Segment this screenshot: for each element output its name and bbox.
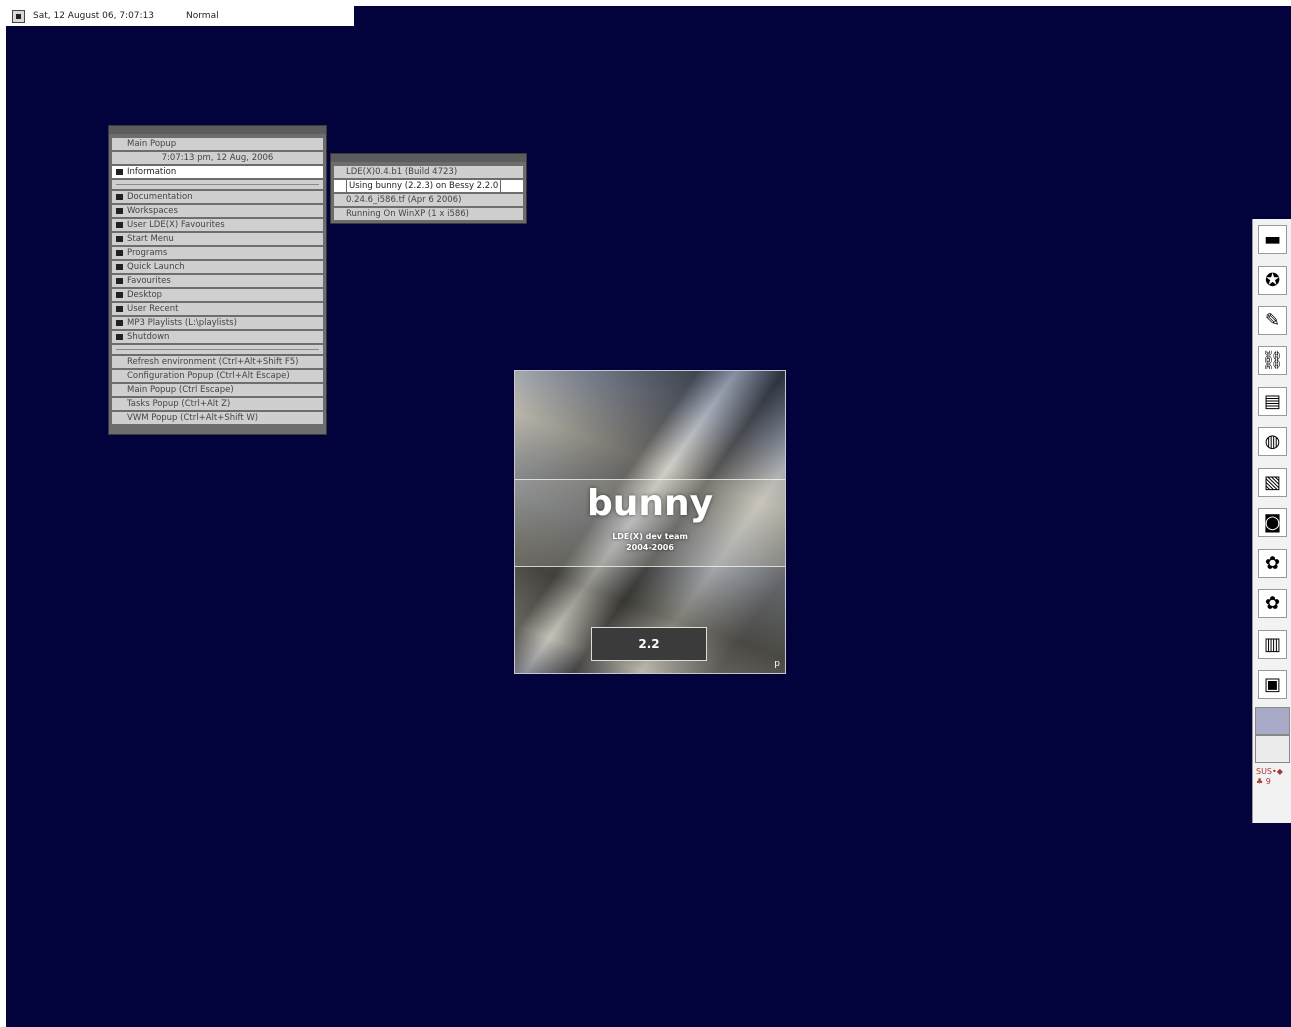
splash-screen: bunny LDE(X) dev team 2004-2006 2.2 p <box>514 370 786 674</box>
folder-icon <box>116 194 123 200</box>
menu-item-main-popup[interactable]: Main Popup (Ctrl Escape) <box>112 384 323 396</box>
submenu-item-version[interactable]: LDE(X)0.4.b1 (Build 4723) <box>334 166 523 178</box>
gimp2-icon[interactable]: ✿ <box>1258 589 1287 618</box>
menu-item-user-recent[interactable]: User Recent <box>112 303 323 315</box>
splash-years: 2004-2006 <box>626 543 674 552</box>
menu-item-workspaces[interactable]: Workspaces <box>112 205 323 217</box>
menu-item-quick-launch[interactable]: Quick Launch <box>112 261 323 273</box>
workspace-pager-1[interactable] <box>1255 707 1290 735</box>
clock-text: Sat, 12 August 06, 7:07:13 <box>33 11 155 21</box>
folder-icon <box>116 306 123 312</box>
drive-icon[interactable]: ▣ <box>1258 670 1287 699</box>
workspace-pager-2[interactable] <box>1255 735 1290 763</box>
monitor-icon[interactable]: ▬ <box>1258 225 1287 254</box>
submenu-item-using[interactable]: Using bunny (2.2.3) on Bessy 2.2.0 <box>334 180 523 192</box>
menu-titlebar <box>109 126 326 134</box>
menu-item-start-menu[interactable]: Start Menu <box>112 233 323 245</box>
splash-title: bunny <box>586 483 714 524</box>
menu-item-vwm-popup[interactable]: VWM Popup (Ctrl+Alt+Shift W) <box>112 412 323 424</box>
menu-item-favourites[interactable]: Favourites <box>112 275 323 287</box>
map-icon[interactable]: ▧ <box>1258 468 1287 497</box>
desktop: Sat, 12 August 06, 7:07:13 Normal Main P… <box>6 6 1291 1027</box>
folder-icon <box>116 208 123 214</box>
folder-icon <box>116 264 123 270</box>
splash-credits: LDE(X) dev team 2004-2006 <box>515 531 785 553</box>
clipboard-icon[interactable]: ▥ <box>1258 630 1287 659</box>
system-tray[interactable]: SUS•◆♣ 9 <box>1256 767 1289 797</box>
information-submenu: LDE(X)0.4.b1 (Build 4723) Using bunny (2… <box>330 153 527 224</box>
menu-item-information[interactable]: Information <box>112 166 323 178</box>
menu-item-user-favourites[interactable]: User LDE(X) Favourites <box>112 219 323 231</box>
menu-button[interactable] <box>12 9 25 23</box>
link-icon[interactable]: ⛓ <box>1258 346 1287 375</box>
menu-item-shutdown[interactable]: Shutdown <box>112 331 323 343</box>
menu-item-programs[interactable]: Programs <box>112 247 323 259</box>
menu-item-refresh[interactable]: Refresh environment (Ctrl+Alt+Shift F5) <box>112 356 323 368</box>
globe-icon[interactable]: ◍ <box>1258 427 1287 456</box>
menu-item-desktop[interactable]: Desktop <box>112 289 323 301</box>
splash-corner-mark: p <box>774 659 780 669</box>
folder-icon <box>116 334 123 340</box>
submenu-item-build[interactable]: 0.24.6_i586.tf (Apr 6 2006) <box>334 194 523 206</box>
menu-timestamp: 7:07:13 pm, 12 Aug, 2006 <box>112 152 323 164</box>
menu-separator <box>112 180 323 189</box>
splash-team: LDE(X) dev team <box>612 532 688 541</box>
submenu-item-platform[interactable]: Running On WinXP (1 x i586) <box>334 208 523 220</box>
menu-item-config-popup[interactable]: Configuration Popup (Ctrl+Alt Escape) <box>112 370 323 382</box>
folder-icon <box>116 169 123 175</box>
menu-item-mp3-playlists[interactable]: MP3 Playlists (L:\playlists) <box>112 317 323 329</box>
top-status-bar: Sat, 12 August 06, 7:07:13 Normal <box>6 6 354 26</box>
folder-icon <box>116 292 123 298</box>
menu-item-documentation[interactable]: Documentation <box>112 191 323 203</box>
folder-icon <box>116 222 123 228</box>
menu-title: Main Popup <box>112 138 323 150</box>
right-dock: ▬ ✪ ✎ ⛓ ▤ ◍ ▧ ◙ ✿ ✿ ▥ ▣ SUS•◆♣ 9 <box>1252 219 1291 823</box>
lifebuoy-icon[interactable]: ✪ <box>1258 266 1287 295</box>
folder-icon <box>116 236 123 242</box>
scanner-icon[interactable]: ▤ <box>1258 387 1287 416</box>
gimp-icon[interactable]: ✿ <box>1258 549 1287 578</box>
mode-text: Normal <box>186 11 219 21</box>
submenu-titlebar <box>331 154 526 162</box>
folder-icon <box>116 320 123 326</box>
menu-item-tasks-popup[interactable]: Tasks Popup (Ctrl+Alt Z) <box>112 398 323 410</box>
version-badge: 2.2 <box>591 627 707 661</box>
menu-separator <box>112 345 323 354</box>
main-popup-menu: Main Popup 7:07:13 pm, 12 Aug, 2006 Info… <box>108 125 327 435</box>
folder-icon <box>116 278 123 284</box>
wrench-icon[interactable]: ✎ <box>1258 306 1287 335</box>
folder-icon <box>116 250 123 256</box>
camera-icon[interactable]: ◙ <box>1258 508 1287 537</box>
